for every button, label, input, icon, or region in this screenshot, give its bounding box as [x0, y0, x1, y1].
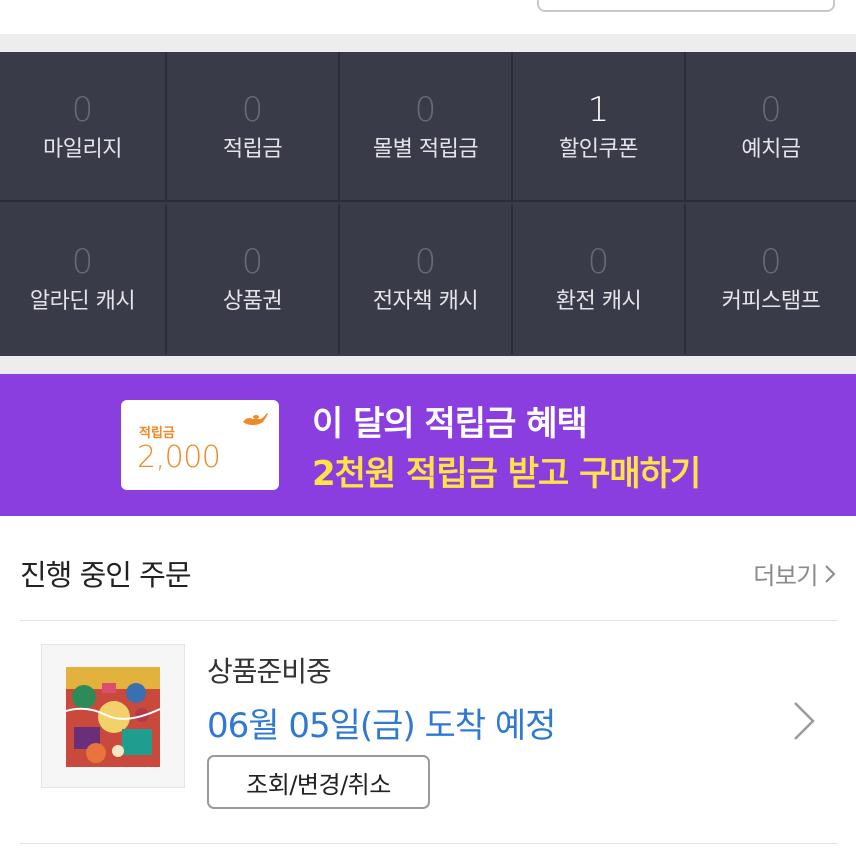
wallet-item-aladin-cash[interactable]: 0 알라딘 캐시 [0, 204, 167, 354]
wallet-label: 알라딘 캐시 [29, 289, 136, 314]
points-coupon-card: 적립금 2,000 [121, 400, 279, 490]
product-thumbnail[interactable] [41, 644, 185, 788]
order-item[interactable]: 상품준비중 06월 05일(금) 도착 예정 조회/변경/취소 [20, 622, 838, 842]
wallet-value: 0 [414, 90, 437, 130]
wallet-label: 마일리지 [43, 137, 122, 162]
wallet-label: 환전 캐시 [555, 289, 642, 314]
wallet-item-exchange-cash[interactable]: 0 환전 캐시 [513, 204, 686, 354]
divider [20, 843, 838, 844]
wallet-item-gift-card[interactable]: 0 상품권 [167, 204, 340, 354]
wallet-label: 예치금 [741, 137, 801, 162]
banner-headline: 이 달의 적립금 혜택 [312, 404, 588, 444]
wallet-value: 0 [587, 242, 610, 282]
wallet-value: 0 [71, 242, 94, 282]
wallet-item-ebook-cash[interactable]: 0 전자책 캐시 [340, 204, 513, 354]
wallet-value: 0 [760, 242, 782, 282]
wallet-label: 적립금 [222, 137, 283, 162]
banner-subheadline: 2천원 적립금 받고 구매하기 [312, 454, 701, 494]
wallet-label: 할인쿠폰 [559, 137, 638, 162]
wallet-value: 0 [241, 90, 264, 130]
wallet-label: 몰별 적립금 [372, 137, 479, 162]
search-box[interactable] [537, 0, 835, 12]
section-gap [0, 34, 856, 52]
coupon-amount: 2,000 [137, 440, 221, 475]
wallet-value: 0 [760, 90, 782, 130]
wallet-label: 상품권 [222, 289, 283, 314]
section-gap [0, 356, 856, 374]
album-cover-image [66, 667, 160, 767]
orders-more-link[interactable]: 더보기 [753, 556, 836, 591]
wallet-item-coupons[interactable]: 1 할인쿠폰 [513, 52, 686, 202]
chevron-right-icon [825, 564, 836, 583]
chevron-right-icon[interactable] [792, 700, 816, 742]
order-delivery-eta: 06월 05일(금) 도착 예정 [207, 706, 556, 746]
wallet-value: 1 [587, 90, 610, 130]
order-status: 상품준비중 [207, 655, 332, 688]
wallet-item-coffee-stamp[interactable]: 0 커피스탬프 [686, 204, 856, 354]
coupon-label: 적립금 [139, 426, 175, 441]
wallet-value: 0 [241, 242, 264, 282]
wallet-item-mall-points[interactable]: 0 몰별 적립금 [340, 52, 513, 202]
page: 0 마일리지 0 적립금 0 몰별 적립금 1 할인쿠폰 0 예치금 0 알라딘… [0, 0, 856, 856]
points-promo-banner[interactable]: 적립금 2,000 이 달의 적립금 혜택 2천원 적립금 받고 구매하기 [0, 374, 856, 516]
wallet-item-points[interactable]: 0 적립금 [167, 52, 340, 202]
divider [20, 620, 838, 621]
wallet-item-mileage[interactable]: 0 마일리지 [0, 52, 167, 202]
wallet-value: 0 [71, 90, 94, 130]
wallet-value: 0 [414, 242, 437, 282]
wallet-label: 커피스탬프 [721, 289, 821, 314]
order-manage-button[interactable]: 조회/변경/취소 [207, 755, 430, 809]
wallet-item-deposit[interactable]: 0 예치금 [686, 52, 856, 202]
top-strip [0, 0, 856, 34]
more-link-label: 더보기 [753, 562, 818, 590]
wallet-label: 전자책 캐시 [372, 289, 479, 314]
magic-lamp-icon [243, 413, 268, 425]
orders-section-title: 진행 중인 주문 [20, 558, 192, 592]
wallet-grid: 0 마일리지 0 적립금 0 몰별 적립금 1 할인쿠폰 0 예치금 0 알라딘… [0, 52, 856, 356]
